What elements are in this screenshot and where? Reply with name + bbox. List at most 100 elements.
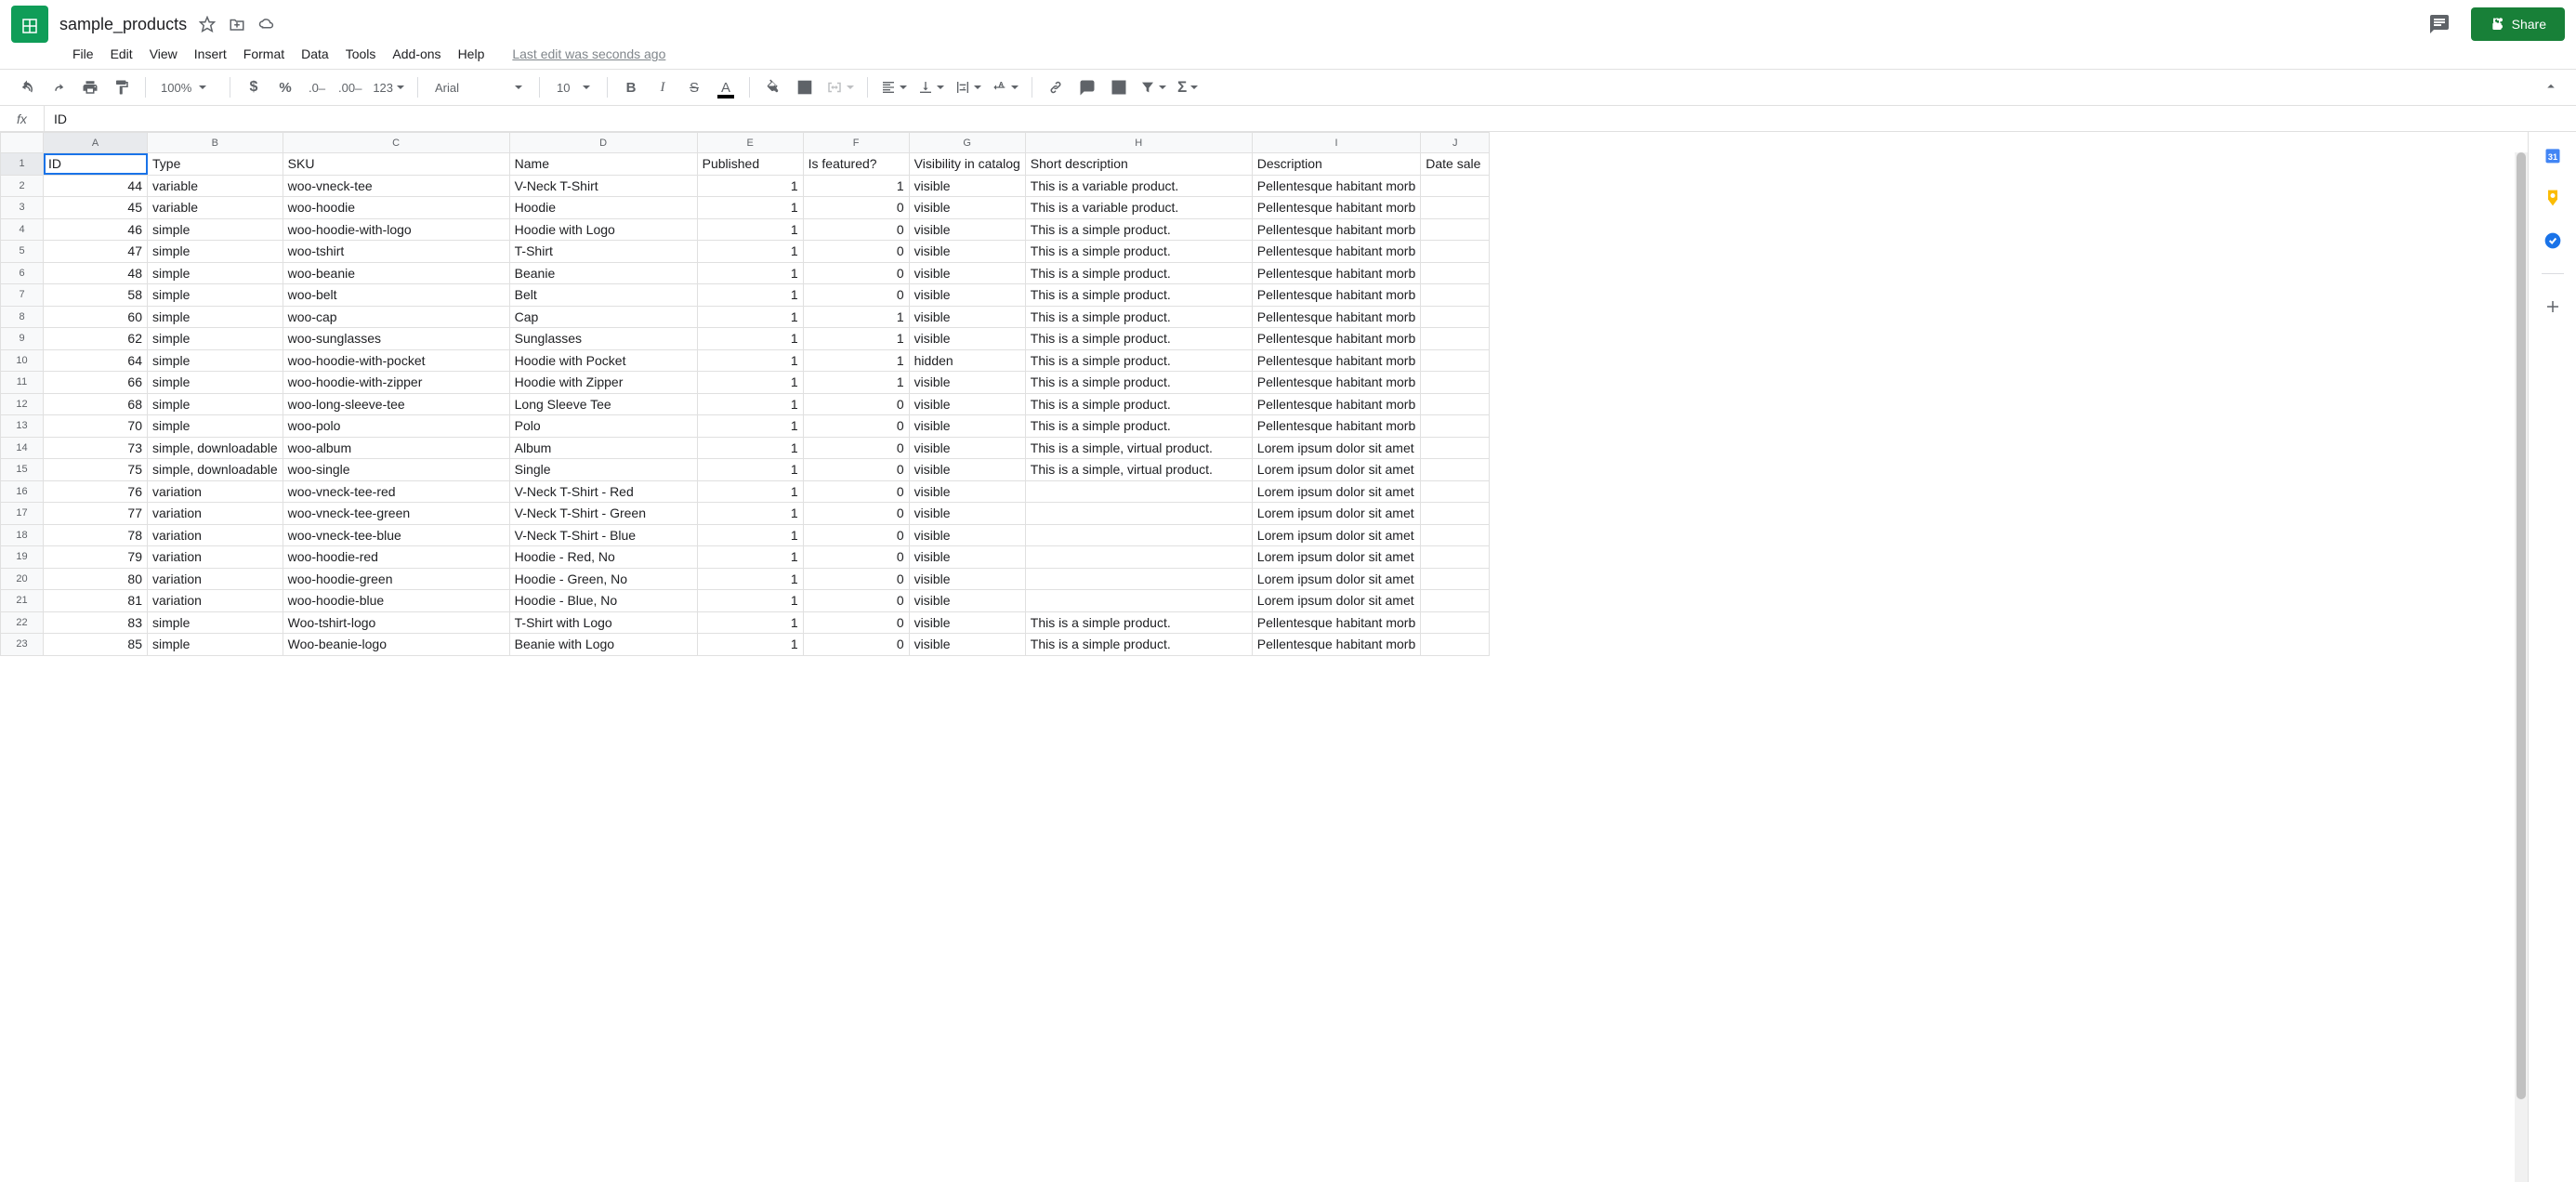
cell[interactable]: 62 (44, 328, 148, 350)
cell[interactable] (1421, 480, 1490, 503)
cell[interactable]: variable (148, 175, 283, 197)
cell[interactable] (1421, 568, 1490, 590)
font-family-select[interactable]: Arial (427, 81, 530, 95)
cell[interactable]: 1 (697, 415, 803, 438)
cell[interactable] (1421, 437, 1490, 459)
cell[interactable] (1025, 590, 1252, 612)
cell[interactable] (1025, 480, 1252, 503)
cell[interactable]: This is a simple product. (1025, 218, 1252, 241)
cell[interactable]: Single (509, 459, 697, 481)
cell[interactable]: simple (148, 218, 283, 241)
cell[interactable]: Long Sleeve Tee (509, 393, 697, 415)
row-header[interactable]: 21 (1, 590, 44, 612)
menu-insert[interactable]: Insert (187, 43, 234, 65)
redo-button[interactable] (45, 73, 72, 101)
star-icon[interactable] (198, 15, 217, 33)
cell[interactable]: Hoodie with Logo (509, 218, 697, 241)
cell[interactable]: 1 (697, 437, 803, 459)
increase-decimal-button[interactable]: .00_ (335, 73, 365, 101)
functions-button[interactable]: Σ (1174, 73, 1202, 101)
row-header[interactable]: 20 (1, 568, 44, 590)
cell[interactable]: variation (148, 503, 283, 525)
row-header[interactable]: 13 (1, 415, 44, 438)
cell[interactable]: 77 (44, 503, 148, 525)
cell[interactable]: visible (909, 197, 1025, 219)
decrease-decimal-button[interactable]: .0_ (303, 73, 331, 101)
cell[interactable]: Pellentesque habitant morb (1252, 415, 1420, 438)
cell[interactable]: simple (148, 372, 283, 394)
cell[interactable] (1025, 546, 1252, 569)
insert-chart-button[interactable] (1105, 73, 1133, 101)
vertical-scrollbar[interactable] (2517, 152, 2526, 1099)
column-header[interactable]: J (1421, 133, 1490, 153)
cell[interactable] (1421, 393, 1490, 415)
cell[interactable]: Hoodie - Green, No (509, 568, 697, 590)
cell[interactable] (1421, 175, 1490, 197)
cell[interactable]: woo-sunglasses (283, 328, 509, 350)
cell[interactable]: V-Neck T-Shirt - Red (509, 480, 697, 503)
cell[interactable]: woo-hoodie-with-zipper (283, 372, 509, 394)
cell[interactable]: This is a simple product. (1025, 306, 1252, 328)
cell[interactable] (1025, 503, 1252, 525)
cell[interactable]: 1 (697, 241, 803, 263)
cell[interactable]: This is a simple product. (1025, 328, 1252, 350)
cell[interactable]: 0 (803, 611, 909, 634)
vertical-align-button[interactable] (914, 73, 948, 101)
cell[interactable]: This is a variable product. (1025, 197, 1252, 219)
cell[interactable] (1421, 218, 1490, 241)
cell[interactable]: 80 (44, 568, 148, 590)
cell[interactable] (1421, 306, 1490, 328)
cell[interactable]: 1 (697, 524, 803, 546)
cell[interactable]: visible (909, 568, 1025, 590)
cell[interactable]: Pellentesque habitant morb (1252, 372, 1420, 394)
last-edit-info[interactable]: Last edit was seconds ago (512, 46, 665, 61)
cell[interactable]: T-Shirt (509, 241, 697, 263)
cell[interactable]: Pellentesque habitant morb (1252, 611, 1420, 634)
cell[interactable]: 75 (44, 459, 148, 481)
italic-button[interactable]: I (649, 73, 677, 101)
cell[interactable]: woo-hoodie (283, 197, 509, 219)
cell[interactable]: 1 (697, 197, 803, 219)
cell[interactable]: woo-vneck-tee-red (283, 480, 509, 503)
column-header[interactable]: A (44, 133, 148, 153)
share-button[interactable]: Share (2471, 7, 2565, 41)
cell[interactable]: 1 (803, 175, 909, 197)
column-header[interactable]: E (697, 133, 803, 153)
cell[interactable]: simple (148, 284, 283, 307)
menu-file[interactable]: File (65, 43, 101, 65)
column-header[interactable]: G (909, 133, 1025, 153)
cell[interactable]: visible (909, 546, 1025, 569)
menu-help[interactable]: Help (451, 43, 493, 65)
cell[interactable]: 1 (697, 459, 803, 481)
cell[interactable]: This is a simple product. (1025, 393, 1252, 415)
cell[interactable]: 0 (803, 393, 909, 415)
cell[interactable]: 1 (803, 349, 909, 372)
cell[interactable]: 0 (803, 503, 909, 525)
cell[interactable]: variation (148, 590, 283, 612)
cell[interactable]: Woo-beanie-logo (283, 634, 509, 656)
text-rotation-button[interactable] (989, 73, 1022, 101)
cell[interactable]: This is a simple product. (1025, 634, 1252, 656)
cell[interactable]: SKU (283, 153, 509, 176)
undo-button[interactable] (13, 73, 41, 101)
menu-data[interactable]: Data (294, 43, 336, 65)
cell[interactable]: This is a simple, virtual product. (1025, 459, 1252, 481)
column-header[interactable]: I (1252, 133, 1420, 153)
print-button[interactable] (76, 73, 104, 101)
cell[interactable]: T-Shirt with Logo (509, 611, 697, 634)
row-header[interactable]: 22 (1, 611, 44, 634)
cell[interactable]: Lorem ipsum dolor sit amet (1252, 503, 1420, 525)
cell[interactable]: Belt (509, 284, 697, 307)
cell[interactable]: variation (148, 524, 283, 546)
row-header[interactable]: 11 (1, 372, 44, 394)
row-header[interactable]: 18 (1, 524, 44, 546)
keep-icon[interactable] (2543, 188, 2563, 208)
cell[interactable]: 46 (44, 218, 148, 241)
cell[interactable]: Pellentesque habitant morb (1252, 241, 1420, 263)
bold-button[interactable]: B (617, 73, 645, 101)
cell[interactable]: visible (909, 175, 1025, 197)
cell[interactable]: V-Neck T-Shirt (509, 175, 697, 197)
cell[interactable] (1421, 262, 1490, 284)
cell[interactable]: V-Neck T-Shirt - Green (509, 503, 697, 525)
row-header[interactable]: 17 (1, 503, 44, 525)
